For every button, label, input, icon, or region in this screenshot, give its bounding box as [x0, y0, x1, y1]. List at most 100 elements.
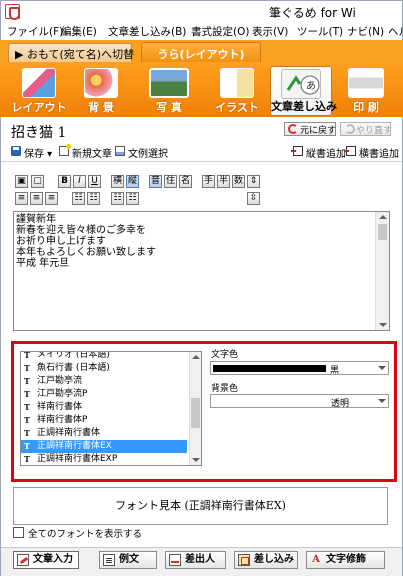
name-mode-button[interactable]: 名	[179, 175, 192, 188]
truetype-icon: T	[24, 351, 30, 360]
format-toolbar-row2: ≡ ≡ ≡ ☷ ☷ ☷ ☷ ⇳	[15, 192, 295, 205]
paragraph-spacing-button[interactable]: ☷	[87, 192, 100, 205]
font-list-scrollbar[interactable]	[189, 352, 201, 465]
document-icon	[103, 554, 115, 566]
bold-button[interactable]: B	[58, 175, 71, 188]
background-button[interactable]: 背 景	[75, 66, 127, 116]
frame-toggle-button[interactable]: ▣	[15, 175, 28, 188]
bottom-tab-bar: 文章入力 例文 差出人 差し込み A 文字修飾	[1, 547, 402, 576]
tab-text-input[interactable]: 文章入力	[13, 551, 79, 569]
truetype-icon: T	[24, 454, 30, 464]
menu-edit[interactable]: 編集(E)	[61, 24, 97, 39]
menu-file[interactable]: ファイル(F)	[7, 24, 63, 39]
bg-color-label: 背景色	[211, 384, 239, 394]
italic-button[interactable]: I	[73, 175, 86, 188]
illustration-button[interactable]: イラスト	[208, 66, 266, 116]
select-text-button[interactable]: 文例選択	[115, 145, 168, 160]
font-item[interactable]: T 正調祥南行書体	[21, 427, 187, 440]
align-center-button[interactable]: ≡	[30, 192, 43, 205]
show-all-fonts-checkbox[interactable]	[13, 527, 24, 538]
text-line: 平成 年元旦	[16, 258, 70, 269]
menu-insert-text[interactable]: 文章差し込み(B)	[108, 24, 186, 39]
tab-examples[interactable]: 例文	[99, 551, 157, 569]
print-label: 印 刷	[353, 101, 379, 114]
font-name: メイリオ (日本語)	[37, 351, 110, 360]
line-spacing-button[interactable]: ☷	[72, 192, 85, 205]
scroll-down-icon[interactable]	[192, 458, 200, 462]
format-toolbar-row1: ▣ ▢ B I U 横 縦 音 住 名 手 半 数 ⇕	[15, 175, 295, 188]
font-preview: フォント見本 (正調祥南行書体EX)	[13, 487, 388, 525]
add-horizontal-button[interactable]: 横書追加	[344, 145, 399, 160]
font-item[interactable]: T 魚石行書 (日本語)	[21, 362, 187, 375]
font-item[interactable]: T 祥南行書体	[21, 401, 187, 414]
layout-button[interactable]: レイアウト	[10, 66, 68, 116]
number-button[interactable]: 数	[232, 175, 245, 188]
new-text-button[interactable]: 新規文章	[59, 144, 112, 160]
menu-navi[interactable]: ナビ(N)	[347, 24, 384, 39]
outdent-button[interactable]: ☷	[126, 192, 139, 205]
redo-icon	[345, 124, 355, 134]
address-mode-button[interactable]: 住	[164, 175, 177, 188]
tab-text-decoration[interactable]: A 文字修飾	[306, 551, 385, 569]
scroll-thumb[interactable]	[191, 398, 200, 428]
font-item[interactable]: T 江戸勘亭流	[21, 375, 187, 388]
font-item[interactable]: T メイリオ (日本語)	[21, 351, 187, 362]
scroll-down-icon[interactable]	[379, 323, 387, 327]
underline-button[interactable]: U	[88, 175, 101, 188]
print-button[interactable]: 印 刷	[340, 66, 392, 116]
font-item-selected[interactable]: T 正調祥南行書体EX	[21, 440, 187, 453]
layout-icon	[22, 68, 56, 98]
font-item[interactable]: T 江戸勘亭流P	[21, 388, 187, 401]
font-name: 正調祥南行書体EX	[37, 441, 112, 451]
horizontal-writing-button[interactable]: 横	[111, 175, 124, 188]
menu-format[interactable]: 書式設定(O)	[191, 24, 249, 39]
menu-tools[interactable]: ツール(T)	[297, 24, 343, 39]
redo-button[interactable]: やり直す	[340, 122, 392, 136]
document-title: 招き猫 1	[11, 125, 67, 141]
text-decoration-icon: A	[312, 554, 320, 565]
box-toggle-button[interactable]: ▢	[31, 175, 44, 188]
bg-color-dropdown[interactable]: 透明	[210, 394, 389, 409]
back-layout-tab[interactable]: うら(レイアウト)	[141, 42, 261, 62]
align-left-button[interactable]: ≡	[15, 192, 28, 205]
background-icon	[84, 68, 118, 98]
scroll-thumb[interactable]	[378, 224, 387, 240]
menu-help[interactable]: ヘル	[388, 24, 403, 39]
font-name: 祥南行書体P	[37, 415, 88, 425]
tab-insertion[interactable]: 差し込み	[234, 551, 298, 569]
char-spacing-button[interactable]: ⇕	[247, 175, 260, 188]
font-settings-highlight: T メイリオ (日本語) T 魚石行書 (日本語) T 江戸勘亭流 T 江戸勘亭流P T…	[11, 341, 397, 482]
half-width-button[interactable]: 半	[217, 175, 230, 188]
printer-icon	[348, 68, 384, 98]
switch-to-front-tab[interactable]: ▶ おもて(宛て名)へ切替	[8, 43, 134, 62]
vertical-writing-button[interactable]: 縦	[126, 175, 139, 188]
add-horizontal-icon	[344, 146, 356, 156]
window-title: 筆ぐるめ for Wi	[269, 6, 356, 20]
font-name: 魚石行書 (日本語)	[37, 363, 110, 373]
insert-text-button[interactable]: あ 文章差し込み	[270, 66, 337, 116]
tab-label: 文字修飾	[326, 554, 366, 565]
reading-mode-button[interactable]: 音	[149, 175, 162, 188]
add-vertical-icon	[291, 146, 303, 156]
truetype-icon: T	[24, 402, 30, 412]
scroll-up-icon[interactable]	[192, 355, 200, 359]
text-color-dropdown[interactable]: 黒	[210, 361, 389, 376]
font-item[interactable]: T 正調祥南行書体EXP	[21, 453, 187, 465]
indent-button[interactable]: ☷	[111, 192, 124, 205]
scroll-up-icon[interactable]	[379, 215, 387, 219]
undo-button[interactable]: 元に戻す	[284, 122, 336, 136]
menu-view[interactable]: 表示(V)	[252, 24, 288, 39]
font-list[interactable]: T メイリオ (日本語) T 魚石行書 (日本語) T 江戸勘亭流 T 江戸勘亭流P T…	[20, 351, 202, 466]
handwriting-button[interactable]: 手	[202, 175, 215, 188]
text-direction-button[interactable]: ⇳	[247, 192, 260, 205]
text-area-scrollbar[interactable]	[375, 212, 389, 330]
message-text-area[interactable]: 謹賀新年 新春を迎え皆々様のご多幸を お祈り申し上げます 本年もよろしくお願い致…	[13, 211, 390, 331]
tab-sender[interactable]: 差出人	[165, 551, 226, 569]
font-item[interactable]: T 祥南行書体P	[21, 414, 187, 427]
illustration-icon	[220, 68, 254, 98]
align-right-button[interactable]: ≡	[45, 192, 58, 205]
font-name: 正調祥南行書体	[37, 428, 101, 438]
photo-button[interactable]: 写 真	[140, 66, 198, 116]
add-vertical-button[interactable]: 縦書追加	[291, 145, 346, 160]
save-menu-button[interactable]: 保存 ▾	[11, 145, 52, 160]
